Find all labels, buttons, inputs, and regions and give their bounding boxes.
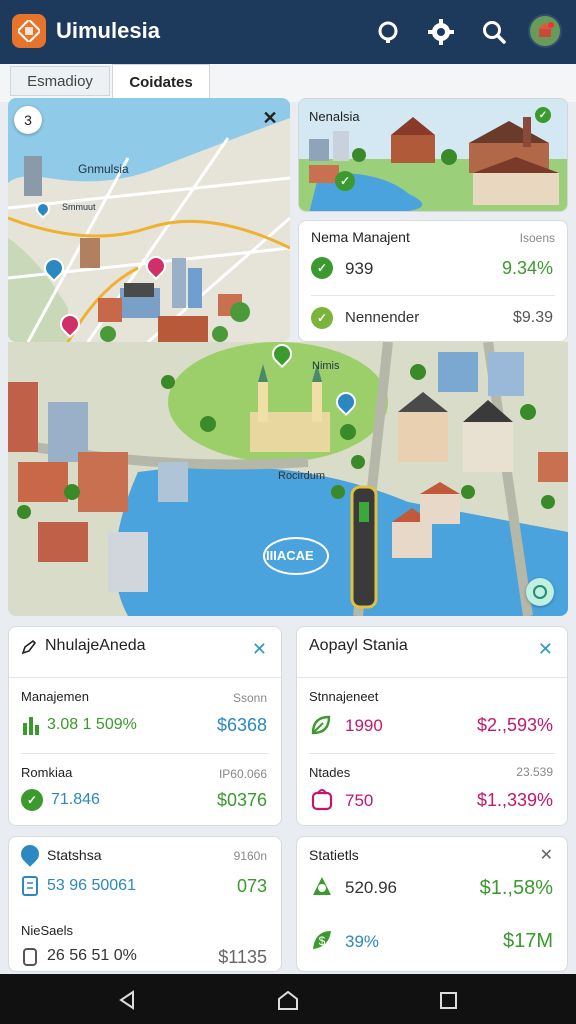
check-icon: ✓: [311, 257, 333, 279]
check-icon: ✓: [535, 107, 551, 123]
home-icon[interactable]: [274, 986, 302, 1014]
check-icon: ✓: [335, 171, 355, 191]
divider: [309, 753, 555, 754]
card-title: Statshsa: [47, 847, 102, 863]
row-label: Ntades: [309, 765, 351, 780]
close-icon[interactable]: ✕: [538, 639, 553, 660]
tab-coidates[interactable]: Coidates: [112, 64, 210, 100]
card-title: Statietls: [309, 847, 359, 863]
row-label: Stnnajeneet: [309, 689, 379, 704]
check-icon: ✓: [311, 307, 333, 329]
scene-pin-label: Nimis: [312, 360, 340, 372]
summary-value: 939: [345, 259, 374, 278]
summary-title: Nema Manajent: [311, 229, 410, 245]
document-icon: [22, 876, 38, 896]
row-value: 39%: [345, 932, 380, 951]
map-pin-icon: [17, 841, 43, 867]
close-icon[interactable]: ✕: [256, 104, 284, 132]
app-title: Uimulesia: [56, 18, 160, 43]
summary-corner: Isoens: [519, 231, 555, 245]
divider: [21, 753, 269, 754]
close-icon[interactable]: ✕: [252, 639, 267, 660]
row-value: 1990: [345, 716, 383, 735]
avatar[interactable]: [528, 14, 562, 48]
row-value: 71.846: [51, 791, 100, 808]
card-corner: 9160n: [233, 849, 267, 863]
card-aopayl-stania: Aopayl Stania ✕ Stnnajeneet 1990 $2.,593…: [296, 626, 568, 826]
row-value: 520.96: [345, 878, 397, 897]
check-icon: ✓: [21, 789, 43, 811]
divider: [311, 295, 555, 296]
location-icon[interactable]: [372, 16, 404, 48]
card-nhulajeaneda: NhulajeAneda ✕ Manajemen Ssonn 3.08 1 50…: [8, 626, 282, 826]
gear-icon[interactable]: [425, 16, 457, 48]
city-preview[interactable]: Nenalsia ✓ ✓: [298, 98, 568, 212]
row-label: Manajemen: [21, 689, 89, 704]
city-scene[interactable]: Rocirdum IIIACAE Nimis: [8, 342, 568, 616]
card-statietls: Statietls ✕ 520.96 $1.,58% $ 39% $17M: [296, 836, 568, 972]
row-amount: $2.,593%: [476, 715, 553, 735]
card-title: NhulajeAneda: [45, 637, 146, 654]
row-value: 750: [345, 791, 374, 810]
scene-street-label: Rocirdum: [278, 470, 326, 482]
row-amount: $1.,339%: [476, 790, 553, 810]
row-amount: 073: [236, 876, 267, 896]
search-icon[interactable]: [478, 16, 510, 48]
divider: [297, 677, 567, 678]
close-icon[interactable]: ✕: [540, 845, 553, 865]
app-logo-icon[interactable]: [12, 14, 46, 48]
tab-esmadioy[interactable]: Esmadioy: [10, 66, 110, 96]
map-layer-button[interactable]: 3: [14, 106, 42, 134]
row-sub: Ssonn: [232, 691, 267, 705]
back-icon[interactable]: [114, 986, 142, 1014]
row-value: 3.08 1 509%: [47, 716, 137, 733]
summary-percent: $9.39: [512, 309, 553, 326]
bar-chart-icon: [23, 717, 39, 735]
row-label: NieSaels: [21, 923, 74, 938]
map-graphic: [8, 98, 290, 342]
row-amount: $6368: [216, 715, 267, 735]
bag-icon: [311, 789, 333, 811]
map-label-small: Smmuut: [62, 202, 96, 212]
row-value: 53 96 50061: [47, 877, 136, 894]
map-action-button[interactable]: [526, 578, 554, 606]
tab-bar: Esmadioy Coidates: [0, 64, 576, 102]
scene-lake-label: IIIACAE: [266, 548, 314, 563]
divider: [9, 677, 281, 678]
preview-title: Nenalsia: [309, 109, 360, 124]
system-nav-bar: [0, 974, 576, 1024]
money-icon: $: [313, 931, 331, 949]
card-title: Aopayl Stania: [309, 637, 408, 654]
summary-percent: 9.34%: [501, 258, 553, 278]
device-icon: [23, 948, 37, 966]
summary-value: Nennender: [345, 309, 420, 326]
svg-text:$: $: [319, 934, 326, 948]
row-label: Romkiaa: [21, 765, 73, 780]
city-map[interactable]: Gnmulsia Smmuut 3 ✕: [8, 98, 290, 342]
summary-card: Nema Manajent Isoens ✓ 939 9.34% ✓ Nenne…: [298, 220, 568, 342]
card-statshsa: Statshsa 9160n 53 96 50061 073 NieSaels …: [8, 836, 282, 972]
row-sub: 23.539: [516, 765, 553, 779]
leaf-icon: [311, 715, 331, 735]
map-label-city: Gnmulsia: [78, 162, 129, 176]
recent-apps-icon[interactable]: [434, 986, 462, 1014]
top-bar: Uimulesia: [0, 0, 576, 64]
growth-icon: [313, 877, 331, 895]
row-amount: $1.,58%: [479, 877, 553, 899]
row-amount: $1135: [218, 947, 267, 967]
row-amount: $17M: [502, 930, 553, 952]
row-amount: $0376: [216, 790, 267, 810]
edit-icon[interactable]: [21, 639, 37, 655]
row-sub: IP60.066: [218, 767, 267, 781]
row-value: 26 56 51 0%: [47, 947, 137, 964]
